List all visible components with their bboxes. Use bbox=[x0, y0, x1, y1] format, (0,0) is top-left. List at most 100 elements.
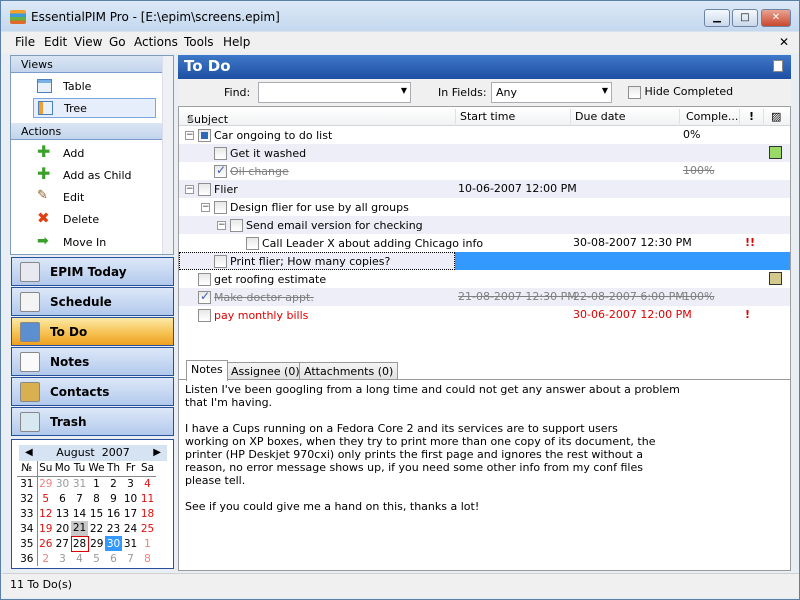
action-add[interactable]: ✚ Add bbox=[33, 144, 156, 164]
task-checkbox[interactable] bbox=[198, 289, 211, 304]
calendar-day[interactable]: 31 bbox=[122, 536, 139, 551]
mdi-close-button[interactable]: ✕ bbox=[779, 35, 789, 49]
calendar-day[interactable]: 15 bbox=[88, 506, 105, 521]
task-checkbox[interactable] bbox=[198, 182, 211, 196]
calendar-day[interactable]: 8 bbox=[88, 491, 105, 506]
calendar-day[interactable]: 3 bbox=[122, 476, 139, 491]
views-scrollbar[interactable] bbox=[162, 56, 173, 254]
calendar-day[interactable]: 4 bbox=[139, 476, 156, 491]
column-priority[interactable]: ! bbox=[749, 110, 754, 123]
minimize-button[interactable]: ▁ bbox=[704, 9, 730, 27]
nav-trash[interactable]: Trash bbox=[11, 407, 174, 436]
calendar-day[interactable]: 5 bbox=[37, 491, 54, 506]
task-row[interactable]: pay monthly bills 30-06-2007 12:00 PM! bbox=[179, 306, 790, 324]
calendar-day[interactable]: 24 bbox=[122, 521, 139, 536]
task-checkbox[interactable] bbox=[198, 308, 211, 322]
column-divider[interactable] bbox=[455, 109, 456, 124]
tab-notes[interactable]: Notes bbox=[186, 360, 228, 381]
task-checkbox[interactable] bbox=[214, 146, 227, 160]
calendar-day[interactable]: 30 bbox=[54, 476, 71, 491]
calendar-day[interactable]: 23 bbox=[105, 521, 122, 536]
action-delete[interactable]: ✖ Delete bbox=[33, 210, 156, 230]
task-row[interactable]: − Flier 10-06-2007 12:00 PM bbox=[179, 180, 790, 198]
nav-schedule[interactable]: Schedule bbox=[11, 287, 174, 316]
nav-contacts[interactable]: Contacts bbox=[11, 377, 174, 406]
calendar-day[interactable]: 12 bbox=[37, 506, 54, 521]
menu-file[interactable]: File bbox=[15, 35, 35, 49]
tab-assignee[interactable]: Assignee (0) bbox=[226, 362, 305, 380]
chevron-down-icon[interactable]: ▼ bbox=[602, 86, 608, 95]
menu-view[interactable]: View bbox=[74, 35, 102, 49]
task-row[interactable]: get roofing estimate bbox=[179, 270, 790, 288]
pin-icon[interactable] bbox=[773, 60, 783, 72]
calendar-day[interactable]: 22 bbox=[88, 521, 105, 536]
collapse-icon[interactable]: − bbox=[217, 220, 226, 230]
menu-tools[interactable]: Tools bbox=[184, 35, 214, 49]
column-start-time[interactable]: Start time bbox=[460, 110, 515, 123]
task-row[interactable]: Oil change 100% bbox=[179, 162, 790, 180]
checkbox[interactable] bbox=[628, 85, 641, 99]
calendar-day[interactable]: 20 bbox=[54, 521, 71, 536]
calendar-day[interactable]: 6 bbox=[54, 491, 71, 506]
calendar-day[interactable]: 2 bbox=[37, 551, 54, 566]
calendar-day[interactable]: 11 bbox=[139, 491, 156, 506]
task-subject-cell[interactable]: − Send email version for checking bbox=[217, 216, 423, 234]
calendar-day[interactable]: 10 bbox=[122, 491, 139, 506]
column-divider[interactable] bbox=[739, 109, 740, 124]
calendar-day[interactable]: 26 bbox=[37, 536, 54, 551]
task-row[interactable]: Get it washed bbox=[179, 144, 790, 162]
nav-to-do[interactable]: To Do bbox=[11, 317, 174, 346]
calendar-day[interactable]: 16 bbox=[105, 506, 122, 521]
calendar-day[interactable]: 2 bbox=[105, 476, 122, 491]
calendar-day[interactable]: 14 bbox=[71, 506, 88, 521]
calendar-day[interactable]: 8 bbox=[139, 551, 156, 566]
task-subject-cell[interactable]: Call Leader X about adding Chicago info bbox=[246, 234, 483, 252]
calendar-day[interactable]: 29 bbox=[88, 536, 105, 551]
maximize-button[interactable]: □ bbox=[732, 9, 758, 27]
calendar-day[interactable]: 28 bbox=[70, 535, 89, 552]
close-button[interactable]: ✕ bbox=[761, 9, 791, 27]
column-due-date[interactable]: Due date bbox=[575, 110, 626, 123]
task-checkbox[interactable] bbox=[246, 236, 259, 250]
task-checkbox[interactable] bbox=[214, 254, 227, 268]
find-input[interactable]: ▼ bbox=[258, 82, 411, 103]
task-checkbox[interactable] bbox=[230, 218, 243, 232]
task-row[interactable]: Call Leader X about adding Chicago info 3… bbox=[179, 234, 790, 252]
task-subject-cell[interactable]: get roofing estimate bbox=[198, 270, 326, 288]
calendar-day[interactable]: 13 bbox=[54, 506, 71, 521]
task-row[interactable]: Print flier; How many copies? bbox=[179, 252, 790, 270]
view-table[interactable]: Table bbox=[33, 77, 156, 97]
calendar-day[interactable]: 17 bbox=[122, 506, 139, 521]
task-subject-cell[interactable]: − Car ongoing to do list bbox=[185, 126, 332, 144]
column-complete[interactable]: Comple... bbox=[686, 110, 738, 123]
task-row[interactable]: − Car ongoing to do list 0% bbox=[179, 126, 790, 144]
task-row[interactable]: Make doctor appt. 21-08-2007 12:30 PM22-0… bbox=[179, 288, 790, 306]
task-subject-cell[interactable]: − Design flier for use by all groups bbox=[201, 198, 409, 216]
chevron-down-icon[interactable]: ▼ bbox=[401, 86, 407, 95]
task-subject-cell[interactable]: Get it washed bbox=[214, 144, 306, 162]
task-subject-cell[interactable]: − Flier bbox=[185, 180, 238, 198]
action-add-as-child[interactable]: ✚ Add as Child bbox=[33, 166, 156, 186]
action-move-in[interactable]: ➡ Move In bbox=[33, 233, 156, 253]
calendar-day[interactable]: 7 bbox=[122, 551, 139, 566]
task-subject-cell[interactable]: Make doctor appt. bbox=[198, 288, 314, 306]
calendar-day[interactable]: 1 bbox=[88, 476, 105, 491]
calendar-day[interactable]: 3 bbox=[54, 551, 71, 566]
tab-attachments[interactable]: Attachments (0) bbox=[299, 362, 399, 380]
collapse-icon[interactable]: − bbox=[185, 130, 194, 140]
calendar-day[interactable]: 30 bbox=[105, 536, 122, 551]
calendar-day[interactable]: 5 bbox=[88, 551, 105, 566]
calendar-day[interactable]: 21 bbox=[71, 521, 88, 536]
next-month-button[interactable]: ▶ bbox=[153, 445, 161, 461]
task-subject-cell[interactable]: pay monthly bills bbox=[198, 306, 308, 324]
nav-notes[interactable]: Notes bbox=[11, 347, 174, 376]
menu-actions[interactable]: Actions bbox=[134, 35, 178, 49]
nav-epim-today[interactable]: EPIM Today bbox=[11, 257, 174, 286]
task-checkbox[interactable] bbox=[214, 163, 227, 178]
in-fields-select[interactable]: Any ▼ bbox=[491, 82, 612, 103]
calendar-day[interactable]: 1 bbox=[139, 536, 156, 551]
calendar-day[interactable]: 31 bbox=[71, 476, 88, 491]
menu-go[interactable]: Go bbox=[109, 35, 126, 49]
action-edit[interactable]: ✎ Edit bbox=[33, 188, 156, 208]
calendar-day[interactable]: 27 bbox=[54, 536, 71, 551]
